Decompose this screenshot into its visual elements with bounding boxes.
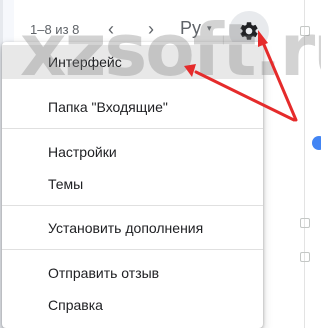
menu-item-themes[interactable]: Темы (2, 167, 263, 201)
page-count: 1–8 из 8 (30, 22, 80, 37)
settings-dropdown-menu: Интерфейс Папка "Входящие" Настройки Тем… (2, 42, 263, 328)
caret-down-icon: ▾ (207, 23, 212, 33)
menu-item-send-feedback[interactable]: Отправить отзыв (2, 256, 263, 290)
right-checkbox[interactable] (300, 252, 310, 262)
menu-item-install-addons[interactable]: Установить дополнения (2, 211, 263, 245)
menu-item-inbox-folder[interactable]: Папка "Входящие" (2, 90, 263, 124)
menu-item-settings[interactable]: Настройки (2, 135, 263, 169)
chevron-left-icon[interactable]: ‹ (108, 19, 114, 39)
gear-icon (240, 22, 258, 40)
menu-divider (2, 205, 263, 206)
chevron-right-icon[interactable]: › (148, 19, 154, 39)
right-checkbox[interactable] (300, 218, 310, 228)
menu-divider (2, 249, 263, 250)
language-select[interactable]: Ру ▾ (180, 18, 212, 39)
menu-divider (2, 128, 263, 129)
menu-item-interface[interactable]: Интерфейс (2, 45, 263, 79)
language-value: Ру (180, 18, 202, 38)
right-app-badge-icon[interactable] (312, 136, 321, 150)
menu-item-help[interactable]: Справка (2, 288, 263, 322)
